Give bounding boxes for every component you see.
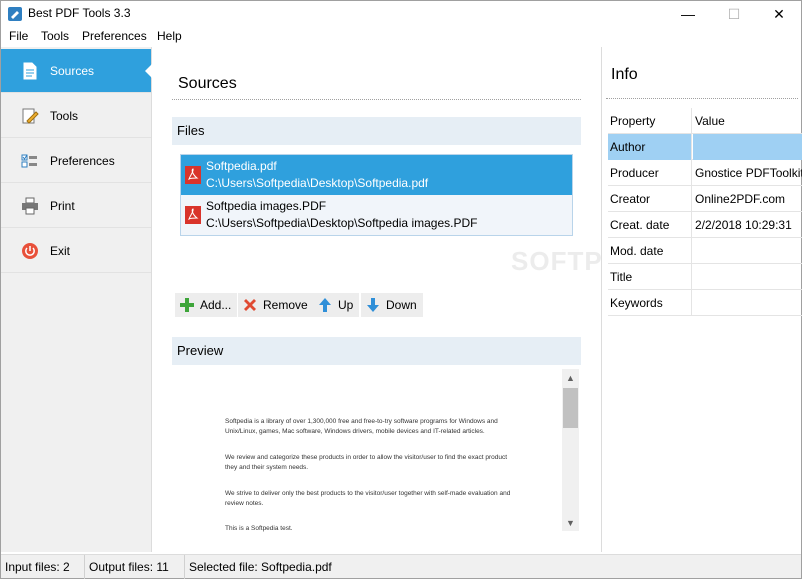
property-name: Author — [608, 134, 692, 160]
column-header-value[interactable]: Value — [693, 108, 802, 134]
property-value — [693, 238, 802, 264]
up-button-label: Up — [338, 298, 354, 312]
property-value: Online2PDF.com — [695, 192, 786, 206]
remove-icon — [244, 299, 256, 311]
scrollbar-thumb[interactable] — [563, 388, 578, 428]
menu-tools[interactable]: Tools — [41, 29, 69, 43]
sidebar-item-print[interactable]: Print — [1, 184, 151, 228]
info-title: Info — [611, 66, 638, 83]
status-selected-file: Selected file: Softpedia.pdf — [189, 560, 332, 574]
title-bar: Best PDF Tools 3.3 — ☐ ✕ — [1, 1, 801, 27]
arrow-up-icon — [319, 298, 331, 312]
file-list-item[interactable]: Softpedia images.PDF C:\Users\Softpedia\… — [181, 195, 572, 235]
window-title: Best PDF Tools 3.3 — [28, 6, 131, 20]
table-row[interactable]: Author — [608, 134, 802, 160]
scroll-up-icon[interactable]: ▲ — [562, 369, 579, 386]
sidebar-item-sources[interactable]: Sources — [1, 49, 152, 93]
sidebar: Sources Tools Preferences Print Exit — [1, 47, 152, 552]
property-name: Keywords — [608, 290, 692, 316]
preview-paragraph: We strive to deliver only the best produ… — [225, 490, 511, 507]
sidebar-item-exit[interactable]: Exit — [1, 229, 151, 273]
info-panel: Info Property Value Author Producer Gnos… — [601, 47, 802, 552]
table-header-row: Property Value — [608, 108, 802, 134]
maximize-button[interactable]: ☐ — [711, 1, 757, 27]
arrow-down-icon — [367, 298, 379, 312]
app-window: Best PDF Tools 3.3 — ☐ ✕ File Tools Pref… — [0, 0, 802, 579]
sidebar-item-label: Exit — [50, 244, 71, 258]
sidebar-item-preferences[interactable]: Preferences — [1, 139, 151, 183]
scroll-down-icon[interactable]: ▼ — [562, 514, 579, 531]
pdf-file-icon — [185, 206, 201, 224]
preview-page: Softpedia is a library of over 1,300,000… — [172, 369, 562, 552]
property-value — [693, 264, 802, 290]
property-value — [693, 290, 802, 316]
status-input-files: Input files: 2 — [1, 555, 85, 579]
checklist-icon — [21, 154, 37, 168]
sidebar-item-label: Tools — [50, 109, 79, 123]
sidebar-item-tools[interactable]: Tools — [1, 94, 151, 138]
minimize-button[interactable]: — — [665, 1, 711, 27]
sidebar-item-label: Sources — [50, 64, 95, 78]
preview-scrollbar[interactable]: ▲ ▼ — [562, 369, 579, 531]
property-name: Title — [608, 264, 692, 290]
table-row[interactable]: Creator Online2PDF.com — [608, 186, 802, 212]
preview-paragraph: Softpedia is a library of over 1,300,000… — [225, 418, 498, 435]
remove-button[interactable]: Remove — [238, 293, 314, 317]
property-value: 2/2/2018 10:29:31 — [695, 218, 792, 232]
menu-bar: File Tools Preferences Help — [1, 27, 801, 47]
table-row[interactable]: Title — [608, 264, 802, 290]
title-divider — [172, 99, 581, 100]
file-path: C:\Users\Softpedia\Desktop\Softpedia.pdf — [206, 176, 429, 190]
document-icon — [23, 62, 37, 80]
edit-icon — [22, 108, 39, 124]
property-value — [693, 134, 802, 160]
property-name: Producer — [608, 160, 692, 186]
status-bar: Input files: 2 Output files: 11 Selected… — [1, 554, 801, 579]
preview-section-header: Preview — [172, 337, 581, 365]
menu-help[interactable]: Help — [157, 29, 182, 43]
property-name: Creator — [608, 186, 692, 212]
close-button[interactable]: ✕ — [756, 1, 802, 27]
file-list-item[interactable]: Softpedia.pdf C:\Users\Softpedia\Desktop… — [181, 155, 572, 195]
active-indicator — [145, 64, 152, 78]
table-row[interactable]: Keywords — [608, 290, 802, 316]
pdf-file-icon — [185, 166, 201, 184]
property-name: Creat. date — [608, 212, 692, 238]
preview-paragraph: We review and categorize these products … — [225, 454, 508, 471]
column-header-property[interactable]: Property — [608, 108, 692, 134]
sidebar-item-label: Preferences — [50, 154, 115, 168]
file-name: Softpedia images.PDF — [206, 199, 327, 213]
table-row[interactable]: Producer Gnostice PDFToolkit 5 — [608, 160, 802, 186]
sources-panel: Sources Files Softpedia.pdf C:\Users\Sof… — [152, 47, 601, 552]
down-button[interactable]: Down — [361, 293, 423, 317]
table-row[interactable]: Creat. date 2/2/2018 10:29:31 — [608, 212, 802, 238]
file-name: Softpedia.pdf — [206, 159, 277, 173]
page-title: Sources — [178, 75, 237, 92]
property-name: Mod. date — [608, 238, 692, 264]
printer-icon — [22, 197, 38, 215]
add-button[interactable]: Add... — [175, 293, 238, 317]
info-divider — [606, 98, 798, 99]
up-button[interactable]: Up — [313, 293, 360, 317]
power-icon — [22, 243, 38, 259]
status-output-files: Output files: 11 — [85, 555, 185, 579]
table-row[interactable]: Mod. date — [608, 238, 802, 264]
sidebar-item-label: Print — [50, 199, 75, 213]
down-button-label: Down — [386, 298, 417, 312]
menu-preferences[interactable]: Preferences — [82, 29, 147, 43]
plus-icon — [180, 298, 194, 312]
property-value: Gnostice PDFToolkit 5 — [695, 166, 802, 180]
preview-paragraph: This is a Softpedia test. — [225, 525, 293, 532]
add-button-label: Add... — [200, 298, 232, 312]
app-logo-icon — [8, 7, 22, 21]
file-path: C:\Users\Softpedia\Desktop\Softpedia ima… — [206, 216, 478, 230]
menu-file[interactable]: File — [9, 29, 28, 43]
files-section-header: Files — [172, 117, 581, 145]
remove-button-label: Remove — [263, 298, 308, 312]
files-list[interactable]: Softpedia.pdf C:\Users\Softpedia\Desktop… — [180, 154, 573, 236]
preview-area: Softpedia is a library of over 1,300,000… — [172, 369, 581, 552]
